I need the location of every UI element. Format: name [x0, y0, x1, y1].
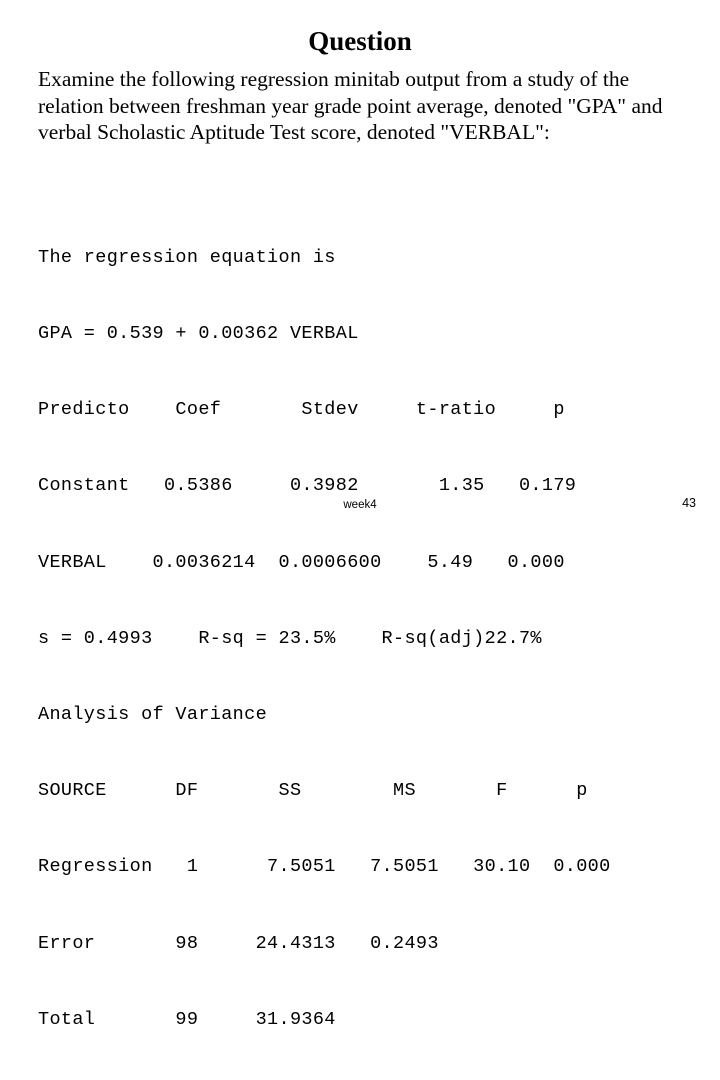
minitab-line: SOURCE DF SS MS F p [38, 780, 588, 802]
minitab-line: s = 0.4993 R-sq = 23.5% R-sq(adj)22.7% [38, 627, 542, 649]
minitab-line: Analysis of Variance [38, 704, 268, 726]
minitab-line: Predicto Coef Stdev t-ratio p [38, 399, 565, 421]
question-body: Examine the following regression minitab… [38, 66, 698, 146]
footer-label: week4 [343, 499, 377, 511]
minitab-line: Constant 0.5386 0.3982 1.35 0.179 [38, 475, 577, 497]
minitab-line: The regression equation is [38, 246, 336, 268]
page-title: Question [308, 26, 412, 56]
minitab-line: Total 99 31.9364 [38, 1008, 336, 1030]
minitab-line: Regression 1 7.5051 7.5051 30.10 0.000 [38, 856, 611, 878]
minitab-output-block: The regression equation is GPA = 0.539 +… [38, 194, 708, 1080]
slide: Question Examine the following regressio… [0, 0, 720, 1030]
minitab-line: VERBAL 0.0036214 0.0006600 5.49 0.000 [38, 551, 565, 573]
minitab-line: GPA = 0.539 + 0.00362 VERBAL [38, 323, 359, 345]
question-body-paragraph: Examine the following regression minitab… [38, 67, 663, 144]
minitab-line: Error 98 24.4313 0.2493 [38, 932, 439, 954]
page-number: 43 [682, 496, 696, 510]
